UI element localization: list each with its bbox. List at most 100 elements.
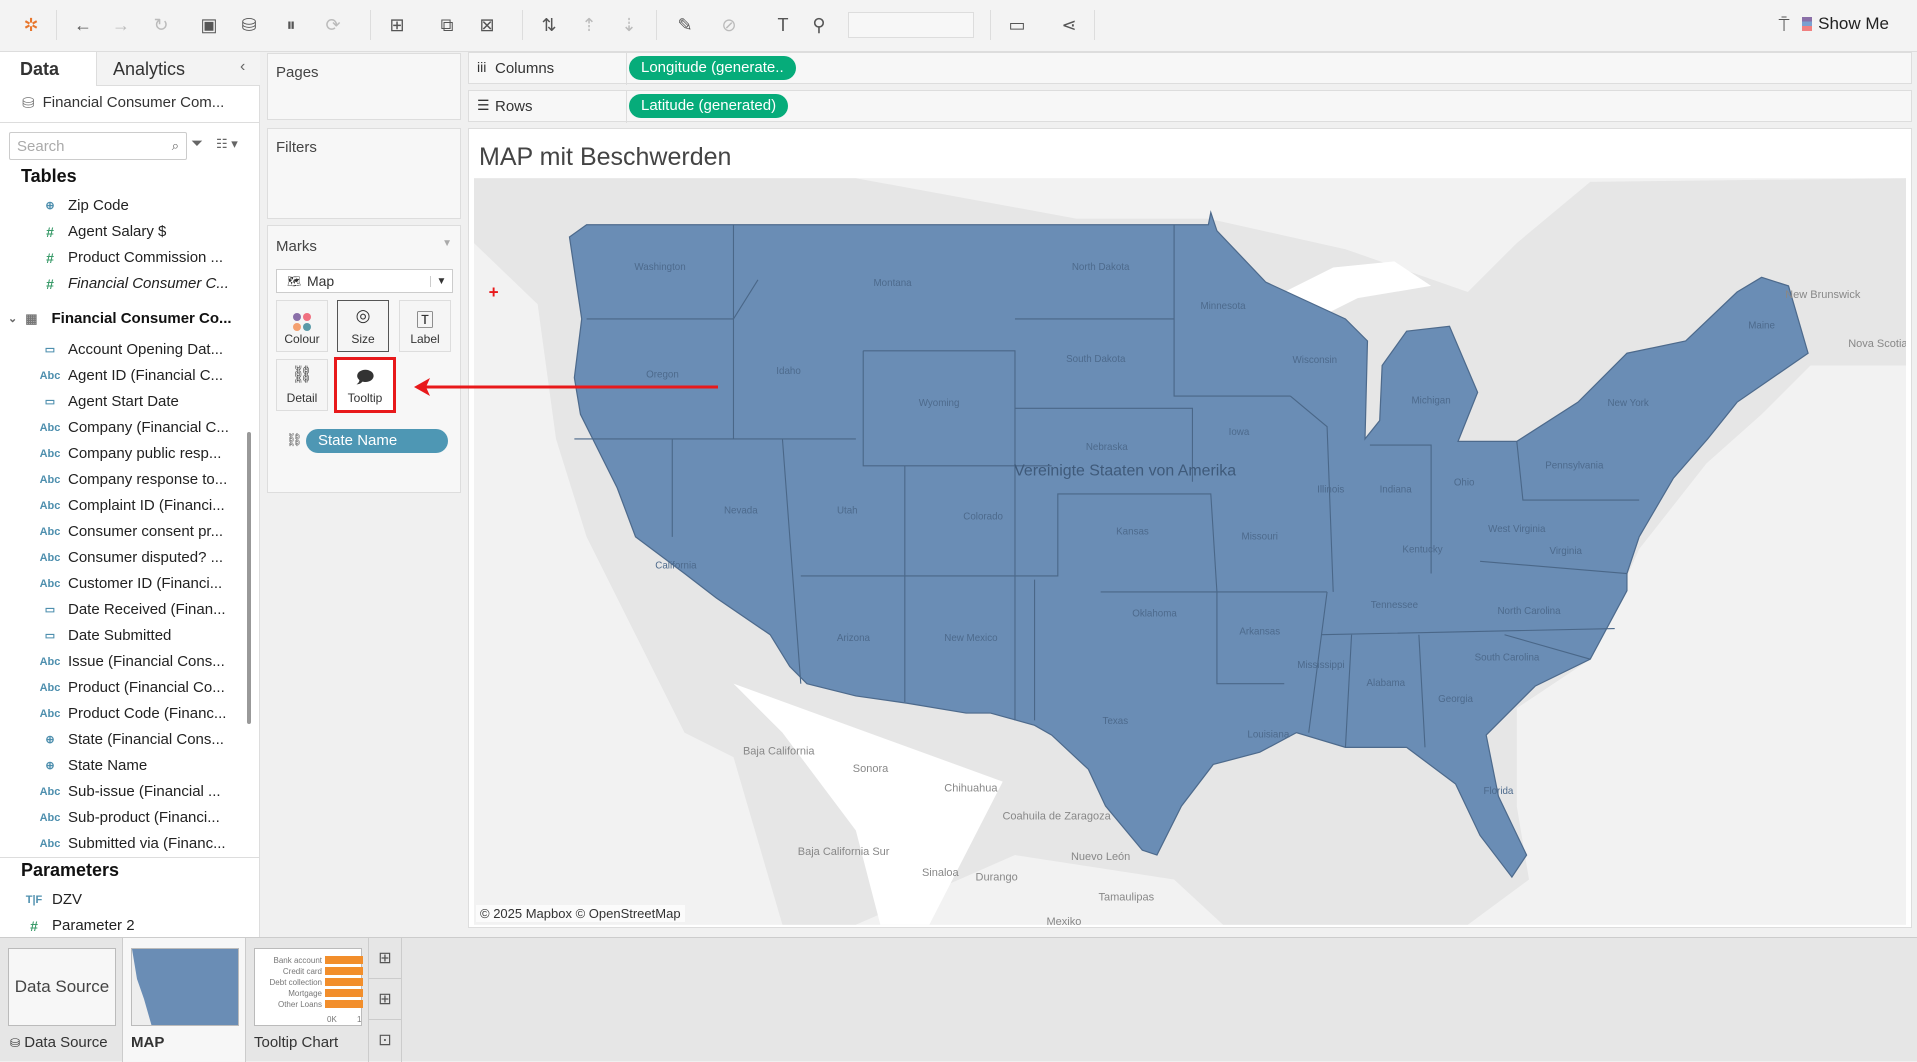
duplicate-sheet-icon[interactable]: ⧉ (434, 12, 460, 38)
mark-type-dropdown[interactable]: 🗺 Map ▼ (276, 269, 453, 293)
map-attribution[interactable]: © 2025 Mapbox © OpenStreetMap (476, 905, 685, 922)
table-icon: ▦ (25, 310, 38, 326)
state-name-pill[interactable]: State Name (306, 429, 448, 453)
field-item[interactable]: Abc Agent ID (Financial C... (0, 363, 240, 389)
pin-icon[interactable]: ⚲ (806, 12, 832, 38)
group-icon[interactable]: ⊘ (716, 12, 742, 38)
chevron-down-icon[interactable]: ⌄ (8, 312, 17, 325)
sort-asc-icon[interactable]: ⇡ (576, 12, 602, 38)
sheet-tab-map[interactable]: MAP (123, 938, 246, 1062)
view-options-icon[interactable]: ☷ ▾ (216, 136, 238, 152)
field-item[interactable]: Abc Sub-product (Financi... (0, 805, 240, 831)
state-label: Michigan (1412, 395, 1451, 406)
fit-dropdown[interactable] (848, 12, 974, 38)
share-icon[interactable]: ⋖ (1056, 12, 1082, 38)
state-label: Montana (874, 278, 913, 289)
data-source-thumbnail[interactable]: Data Source (8, 948, 116, 1026)
state-label: Wisconsin (1293, 355, 1338, 366)
field-item[interactable]: Abc Consumer consent pr... (0, 519, 240, 545)
state-label: Maine (1748, 321, 1775, 332)
filter-icon[interactable]: ⏷ (191, 135, 203, 152)
field-item[interactable]: T|F DZV (0, 887, 224, 913)
rows-shelf[interactable]: ☰ Rows Latitude (generated) (468, 90, 1912, 123)
replay-icon[interactable]: ↻ (148, 12, 174, 38)
field-item[interactable]: # Agent Salary $ (0, 219, 240, 245)
latitude-pill[interactable]: Latitude (generated) (629, 94, 789, 118)
colour-button[interactable]: Colour (276, 300, 328, 352)
tableau-logo-icon[interactable]: ✲ (18, 12, 44, 38)
highlight-icon[interactable]: ✎ (672, 12, 698, 38)
chevron-down-icon: ▼ (430, 275, 452, 287)
clear-sheet-icon[interactable]: ⊠ (474, 12, 500, 38)
redo-icon[interactable]: → (108, 12, 134, 38)
undo-icon[interactable]: ← (70, 12, 96, 38)
table-header-financial[interactable]: ⌄ ▦ Financial Consumer Co... (8, 310, 232, 327)
field-item[interactable]: Abc Issue (Financial Cons... (0, 649, 240, 675)
field-item[interactable]: ⊕ State Name (0, 753, 240, 779)
show-me-button[interactable]: Show Me (1802, 14, 1889, 34)
label-button[interactable]: 🅃 Label (399, 300, 451, 352)
new-dashboard-icon[interactable]: ⊞ (369, 979, 401, 1020)
field-item[interactable]: Abc Company response to... (0, 467, 240, 493)
field-label: Complaint ID (Financi... (68, 497, 225, 514)
swap-icon[interactable]: ⇅ (536, 12, 562, 38)
field-item[interactable]: ▭ Account Opening Dat... (0, 337, 240, 363)
field-label: Financial Consumer C... (68, 275, 229, 292)
size-button[interactable]: ◎ Size (337, 300, 389, 352)
columns-shelf[interactable]: iii Columns Longitude (generate.. (468, 52, 1912, 85)
scrollbar[interactable] (247, 432, 251, 724)
field-item[interactable]: Abc Product Code (Financ... (0, 701, 240, 727)
field-label: Company (Financial C... (68, 419, 229, 436)
field-item[interactable]: Abc Customer ID (Financi... (0, 571, 240, 597)
marks-menu-icon[interactable]: ▼ (442, 238, 452, 249)
save-icon[interactable]: ▣ (196, 12, 222, 38)
database-icon: ⛁ (10, 1036, 21, 1050)
field-item[interactable]: Abc Product (Financial Co... (0, 675, 240, 701)
map-icon: 🗺 (287, 275, 301, 288)
field-item[interactable]: Abc Company public resp... (0, 441, 240, 467)
tooltip-chart-row: Debt collection (255, 977, 363, 987)
state-label: New Mexico (944, 633, 998, 644)
string-icon: Abc (39, 812, 61, 824)
search-input[interactable]: Search ⌕ (9, 132, 187, 160)
toolbar-separator (370, 10, 371, 40)
collapse-pane-icon[interactable]: ‹ (240, 58, 245, 76)
string-icon: Abc (39, 838, 61, 850)
field-item[interactable]: # Product Commission ... (0, 245, 240, 271)
state-label: Utah (837, 506, 858, 517)
field-item[interactable]: # Parameter 2 (0, 913, 224, 939)
new-story-icon[interactable]: ⊡ (369, 1020, 401, 1061)
refresh-icon[interactable]: ⟳ (320, 12, 346, 38)
sheet-tab-tooltip-chart[interactable]: Bank account Credit card Debt collection Mo… (246, 938, 369, 1062)
new-worksheet-icon[interactable]: ⊞ (369, 938, 401, 979)
field-item[interactable]: Abc Sub-issue (Financial ... (0, 779, 240, 805)
filters-shelf[interactable]: Filters (267, 128, 461, 219)
field-item[interactable]: Abc Company (Financial C... (0, 415, 240, 441)
detail-button[interactable]: ⛓ Detail (276, 359, 328, 411)
field-item[interactable]: ▭ Date Submitted (0, 623, 240, 649)
tab-analytics[interactable]: Analytics (96, 52, 260, 86)
field-item[interactable]: ▭ Date Received (Finan... (0, 597, 240, 623)
pages-shelf[interactable]: Pages (267, 53, 461, 120)
map[interactable]: WashingtonOregonCaliforniaIdahoNevadaMon… (474, 178, 1906, 925)
field-item[interactable]: ⊕ State (Financial Cons... (0, 727, 240, 753)
pause-updates-icon[interactable]: ⏸ (278, 12, 304, 38)
datasource-item[interactable]: ⛁ Financial Consumer Com... (22, 94, 224, 112)
field-item[interactable]: Abc Complaint ID (Financi... (0, 493, 240, 519)
field-item[interactable]: Abc Submitted via (Financ... (0, 831, 240, 857)
field-item[interactable]: ⊕ Zip Code (0, 193, 240, 219)
label-toggle-icon[interactable]: T (770, 12, 796, 38)
field-item[interactable]: ▭ Agent Start Date (0, 389, 240, 415)
field-item[interactable]: Abc Consumer disputed? ... (0, 545, 240, 571)
presentation-icon[interactable]: ▭ (1004, 12, 1030, 38)
longitude-pill[interactable]: Longitude (generate.. (629, 56, 796, 80)
field-item[interactable]: # Financial Consumer C... (0, 271, 240, 297)
tab-data[interactable]: Data (0, 52, 96, 86)
data-source-tab[interactable]: Data Source ⛁ Data Source (0, 938, 123, 1062)
state-label: West Virginia (1488, 524, 1546, 535)
paint-format-icon[interactable]: ⍑ (1771, 12, 1797, 38)
new-sheet-icon[interactable]: ⊞ (384, 12, 410, 38)
tooltip-button[interactable]: 🗩 Tooltip (334, 357, 396, 413)
sort-desc-icon[interactable]: ⇣ (616, 12, 642, 38)
new-datasource-icon[interactable]: ⛁ (236, 12, 262, 38)
